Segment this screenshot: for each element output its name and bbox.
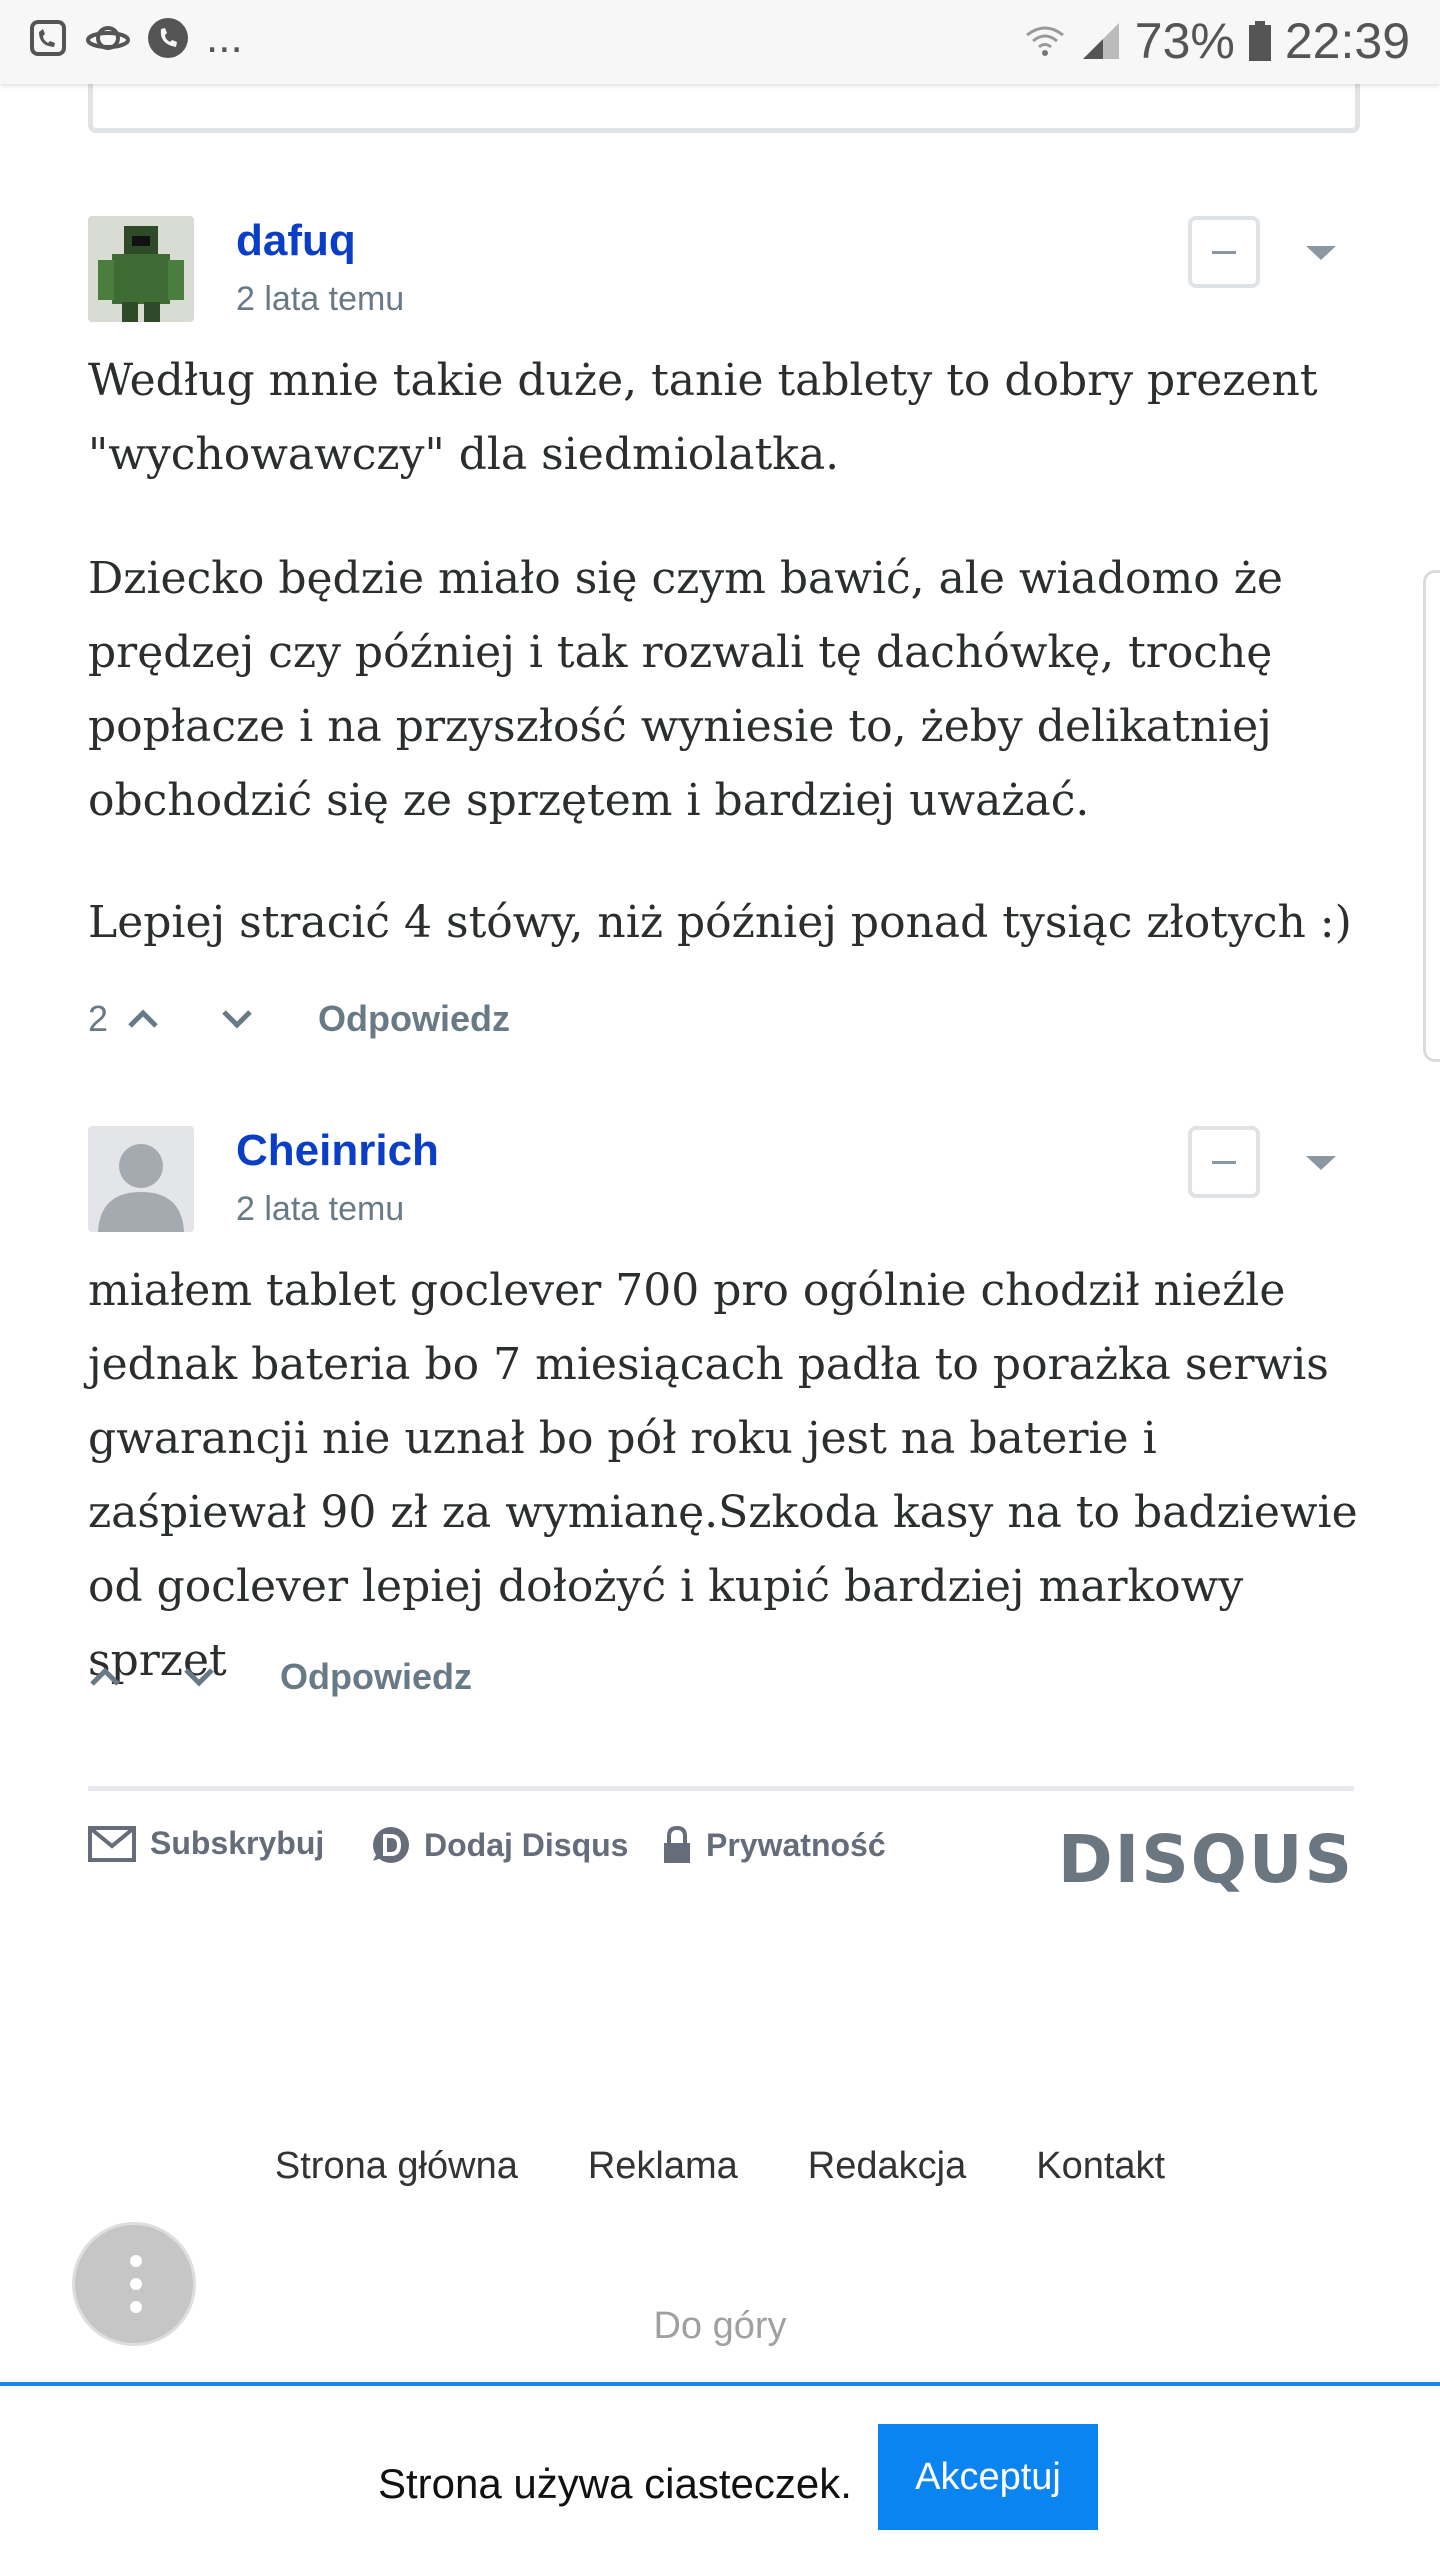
upvote-icon[interactable] xyxy=(126,1008,160,1030)
disqus-footer: Subskrybuj Dodaj Disqus Prywatność DISQU… xyxy=(88,1786,1354,1911)
planet-icon xyxy=(86,26,130,50)
cookie-consent-bar: Strona używa ciasteczek. Akceptuj xyxy=(0,2382,1440,2564)
reply-link[interactable]: Odpowiedz xyxy=(318,998,510,1040)
notification-icons: ... xyxy=(26,16,243,60)
comment: Cheinrich 2 lata temu miałem tablet gocl… xyxy=(88,1126,1358,1706)
hd-call-icon xyxy=(30,20,66,56)
downvote-icon[interactable] xyxy=(220,1008,254,1030)
phone-icon xyxy=(148,18,188,58)
wifi-icon xyxy=(1025,26,1064,56)
disqus-d-icon xyxy=(373,1827,409,1863)
comment-time[interactable]: 2 lata temu xyxy=(236,280,404,319)
more-notifications: ... xyxy=(206,13,243,62)
accept-cookies-button[interactable]: Akceptuj xyxy=(878,2424,1098,2530)
avatar-image xyxy=(88,216,194,322)
disqus-logo[interactable]: DISQUS xyxy=(1058,1821,1354,1898)
comment-paragraph: Dziecko będzie miało się czym bawić, ale… xyxy=(88,553,1283,826)
add-disqus-label: Dodaj Disqus xyxy=(424,1826,629,1863)
status-bar: ... 73% 22:39 xyxy=(0,0,1440,84)
comment-menu-icon[interactable] xyxy=(1306,1156,1336,1170)
envelope-icon xyxy=(88,1825,136,1862)
default-avatar-icon xyxy=(88,1126,194,1232)
vote-count: 2 xyxy=(88,998,109,1039)
comment-actions: Odpowiedz xyxy=(88,1656,472,1698)
battery-percent: 73% xyxy=(1134,13,1235,69)
site-footer-links: Strona główna Reklama Redakcja Kontakt xyxy=(0,2145,1440,2188)
upvote-icon[interactable] xyxy=(88,1666,122,1688)
comment: dafuq 2 lata temu Według mnie takie duże… xyxy=(88,216,1354,1056)
comment-paragraph: Lepiej stracić 4 stówy, niż później pona… xyxy=(88,897,1352,948)
subscribe-label: Subskrybuj xyxy=(150,1825,325,1861)
clock: 22:39 xyxy=(1284,13,1410,69)
system-icons: 73% 22:39 xyxy=(1023,12,1410,70)
footer-link-contact[interactable]: Kontakt xyxy=(1036,2145,1165,2188)
avatar[interactable] xyxy=(88,216,194,322)
privacy-link[interactable]: Prywatność xyxy=(662,1825,886,1865)
comment-actions: 2 Odpowiedz xyxy=(88,998,510,1040)
collapse-button[interactable] xyxy=(1188,1126,1260,1198)
comment-paragraph: miałem tablet goclever 700 pro ogólnie c… xyxy=(88,1265,1358,1686)
back-to-top-link[interactable]: Do góry xyxy=(0,2305,1440,2348)
reply-link[interactable]: Odpowiedz xyxy=(280,1656,472,1698)
subscribe-link[interactable]: Subskrybuj xyxy=(88,1825,324,1862)
comment-paragraph: Według mnie takie duże, tanie tablety to… xyxy=(88,355,1318,480)
downvote-icon[interactable] xyxy=(182,1666,216,1688)
footer-link-ads[interactable]: Reklama xyxy=(588,2145,738,2188)
comment-menu-icon[interactable] xyxy=(1306,246,1336,260)
privacy-label: Prywatność xyxy=(706,1826,886,1863)
footer-link-editorial[interactable]: Redakcja xyxy=(808,2145,966,2188)
comment-time[interactable]: 2 lata temu xyxy=(236,1190,404,1229)
collapse-button[interactable] xyxy=(1188,216,1260,288)
cookie-message: Strona używa ciasteczek. xyxy=(378,2460,852,2507)
footer-link-home[interactable]: Strona główna xyxy=(275,2145,518,2188)
add-disqus-link[interactable]: Dodaj Disqus xyxy=(370,1825,628,1865)
battery-icon xyxy=(1248,21,1271,61)
side-panel-handle[interactable] xyxy=(1423,570,1440,1062)
signal-icon xyxy=(1082,23,1119,59)
author-name[interactable]: Cheinrich xyxy=(236,1126,439,1176)
avatar[interactable] xyxy=(88,1126,194,1232)
author-name[interactable]: dafuq xyxy=(236,216,356,266)
lock-icon xyxy=(664,1825,690,1863)
